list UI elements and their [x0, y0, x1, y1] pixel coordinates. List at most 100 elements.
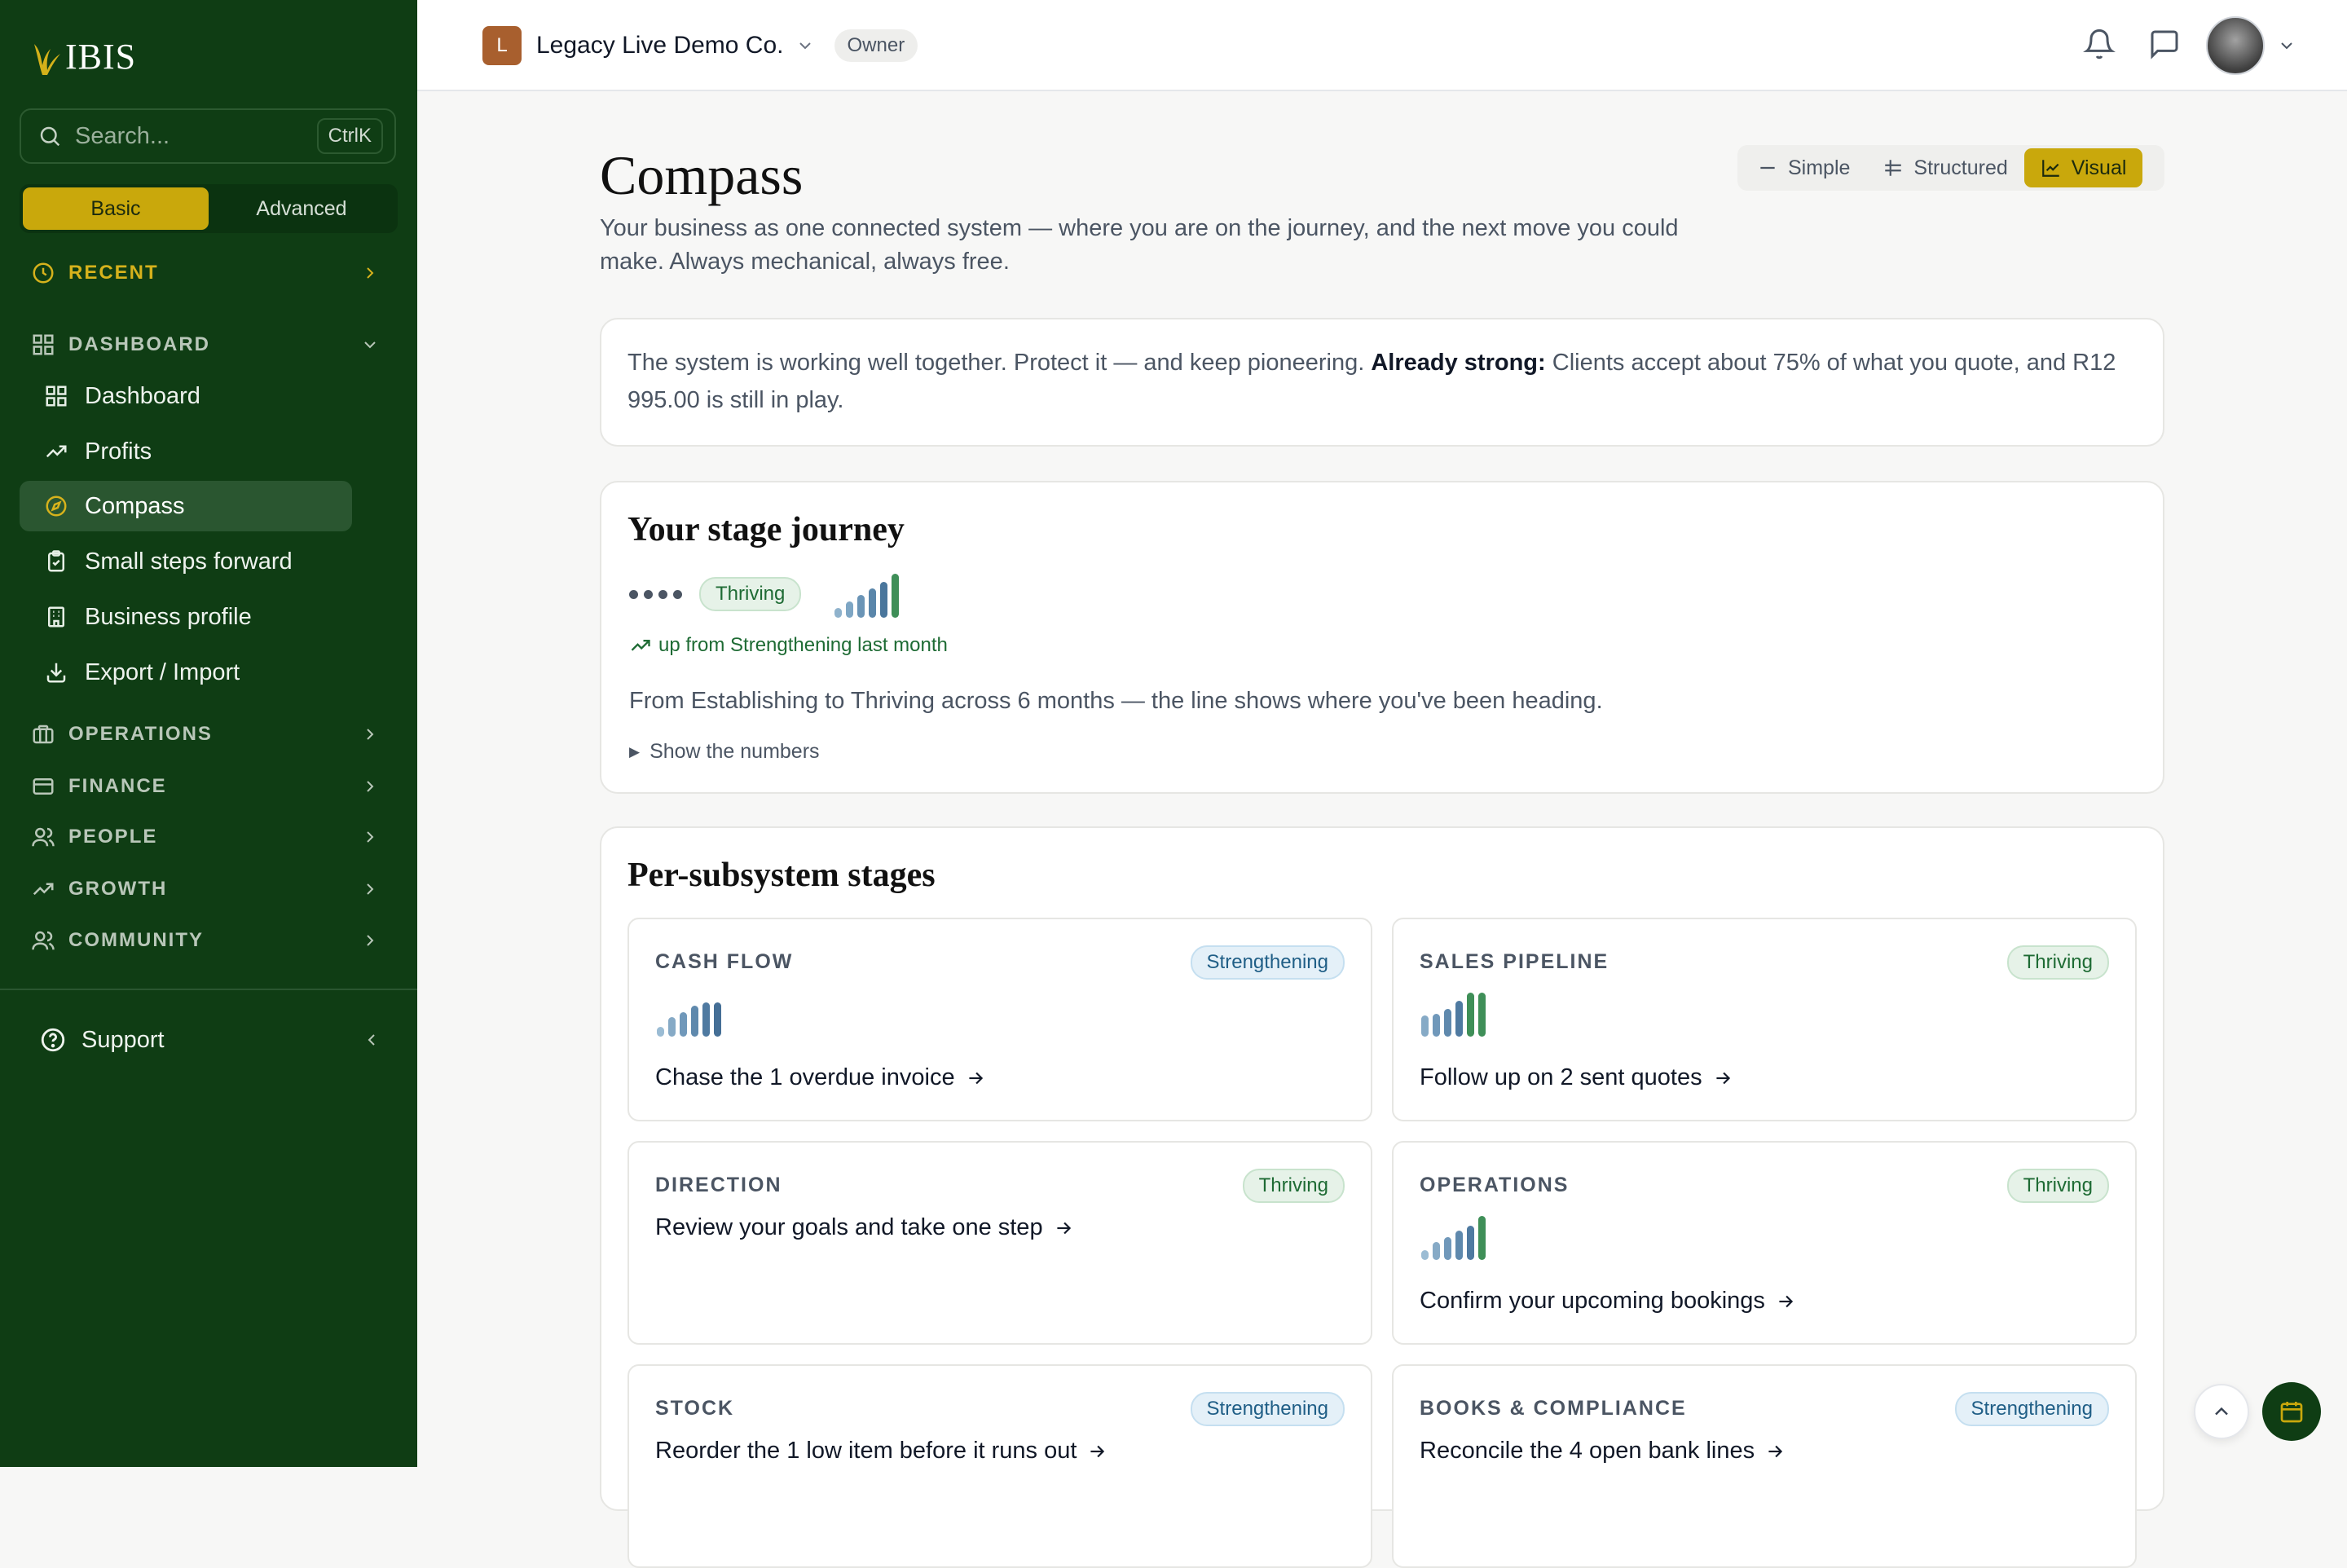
sidebar-item-small-steps[interactable]: Small steps forward: [20, 536, 352, 587]
subsystem-sparkbars: [657, 1001, 721, 1037]
search-shortcut: CtrlK: [316, 118, 383, 154]
mode-toggle: Basic Advanced: [20, 184, 398, 233]
support-label: Support: [81, 1026, 165, 1053]
sidebar-item-label: Compass: [85, 492, 185, 519]
spark-bar: [668, 1017, 676, 1037]
subsystem-tile-operations[interactable]: OPERATIONS Thriving Confirm your upcomin…: [1392, 1141, 2137, 1345]
chevron-up-icon: [2215, 1407, 2228, 1416]
arrow-right-icon: [968, 1072, 983, 1084]
nav-section-community[interactable]: COMMUNITY: [31, 923, 386, 958]
mode-basic-button[interactable]: Basic: [23, 187, 209, 230]
subsystem-tile-sales-pipeline[interactable]: SALES PIPELINE Thriving Follow up on 2 s…: [1392, 918, 2137, 1121]
search-input[interactable]: Search... CtrlK: [20, 108, 396, 164]
spark-bar: [1421, 1250, 1429, 1260]
subsystem-stage-badge: Thriving: [2006, 1169, 2109, 1203]
subsystem-action-link[interactable]: Reorder the 1 low item before it runs ou…: [655, 1438, 1107, 1464]
subsystem-stages-title: Per-subsystem stages: [627, 857, 936, 894]
sidebar-item-business-profile[interactable]: Business profile: [20, 592, 352, 642]
subsystem-sparkbars: [1421, 1214, 1486, 1260]
grid-icon: [33, 334, 54, 355]
spark-bar: [880, 582, 887, 618]
arrow-right-icon: [1090, 1445, 1105, 1457]
search-placeholder: Search...: [75, 122, 170, 149]
stage-journey-card: Your stage journey Thriving up from Stre…: [600, 481, 2164, 794]
grid-lines-icon: [1885, 160, 1902, 176]
subsystem-tile-cash-flow[interactable]: CASH FLOW Strengthening Chase the 1 over…: [627, 918, 1372, 1121]
company-avatar: L: [482, 26, 522, 65]
subsystem-tile-books-compliance[interactable]: BOOKS & COMPLIANCE Strengthening Reconci…: [1392, 1364, 2137, 1568]
subsystem-action-text: Reconcile the 4 open bank lines: [1420, 1438, 1755, 1464]
view-structured-button[interactable]: Structured: [1866, 148, 2023, 187]
subsystem-action-text: Reorder the 1 low item before it runs ou…: [655, 1438, 1077, 1464]
mode-advanced-button[interactable]: Advanced: [209, 187, 394, 230]
nav-section-recent[interactable]: RECENT: [31, 255, 386, 291]
subsystem-action-link[interactable]: Confirm your upcoming bookings: [1420, 1288, 1796, 1315]
scroll-to-top-button[interactable]: [2194, 1384, 2249, 1439]
subsystem-tile-direction[interactable]: DIRECTION Thriving Review your goals and…: [627, 1141, 1372, 1345]
spark-bar: [1467, 993, 1474, 1037]
view-simple-button[interactable]: Simple: [1741, 148, 1866, 187]
subsystem-action-link[interactable]: Review your goals and take one step: [655, 1214, 1074, 1241]
subsystem-action-text: Follow up on 2 sent quotes: [1420, 1064, 1702, 1090]
show-numbers-toggle[interactable]: ▶ Show the numbers: [629, 740, 820, 764]
nav-section-growth[interactable]: GROWTH: [31, 871, 386, 907]
sidebar-item-export-import[interactable]: Export / Import: [20, 647, 352, 698]
subsystem-action-link[interactable]: Follow up on 2 sent quotes: [1420, 1064, 1733, 1091]
nav-section-label: PEOPLE: [68, 826, 158, 848]
summary-lead: The system is working well together. Pro…: [627, 350, 1365, 376]
spark-bar: [1455, 1001, 1463, 1037]
spark-bar: [846, 601, 853, 618]
nav-section-label: COMMUNITY: [68, 929, 204, 951]
nav-section-dashboard[interactable]: DASHBOARD: [31, 327, 386, 363]
spark-bar: [1478, 993, 1486, 1037]
subsystem-stage-badge: Thriving: [1242, 1169, 1345, 1203]
message-icon[interactable]: [2148, 28, 2181, 60]
summary-card: The system is working well together. Pro…: [600, 318, 2164, 447]
clock-icon: [33, 262, 54, 284]
nav-section-label: RECENT: [68, 262, 159, 284]
nav-section-label: DASHBOARD: [68, 333, 210, 355]
subsystem-action-link[interactable]: Chase the 1 overdue invoice: [655, 1064, 986, 1091]
line-chart-icon: [2041, 160, 2059, 177]
nav-section-people[interactable]: PEOPLE: [31, 819, 386, 855]
users-icon: [32, 827, 55, 847]
grid-icon: [46, 385, 67, 407]
chevron-down-icon: [799, 42, 811, 50]
summary-strong-label: Already strong:: [1371, 350, 1546, 376]
subsystem-stage-badge: Strengthening: [1190, 945, 1345, 980]
stage-dots: [629, 590, 682, 599]
chevron-right-icon: [367, 935, 374, 946]
support-link[interactable]: Support: [39, 1022, 381, 1058]
calendar-button[interactable]: [2262, 1382, 2321, 1441]
sidebar-item-profits[interactable]: Profits: [20, 426, 352, 477]
credit-card-icon: [33, 778, 54, 795]
view-toggle: Simple Structured Visual: [1737, 145, 2164, 191]
brand-logo[interactable]: IBIS: [31, 36, 136, 77]
stage-dot: [673, 590, 682, 599]
subsystem-action-text: Confirm your upcoming bookings: [1420, 1288, 1765, 1314]
chevron-right-icon: [367, 883, 374, 895]
arrow-right-icon: [1056, 1222, 1071, 1234]
user-avatar[interactable]: [2206, 16, 2265, 75]
view-option-label: Visual: [2071, 156, 2127, 179]
chevron-right-icon: [367, 267, 374, 279]
nav-section-operations[interactable]: OPERATIONS: [31, 716, 386, 752]
trend-up-icon: [33, 883, 54, 896]
view-visual-button[interactable]: Visual: [2023, 148, 2143, 187]
company-switcher[interactable]: L Legacy Live Demo Co. Owner: [482, 26, 918, 65]
subsystem-action-link[interactable]: Reconcile the 4 open bank lines: [1420, 1438, 1786, 1464]
sidebar-item-dashboard[interactable]: Dashboard: [20, 371, 352, 421]
stage-journey-description: From Establishing to Thriving across 6 m…: [629, 688, 1603, 714]
sidebar-divider: [0, 989, 417, 990]
nav-section-finance[interactable]: FINANCE: [31, 769, 386, 804]
spark-bar: [834, 608, 842, 618]
sidebar-item-compass[interactable]: Compass: [20, 481, 352, 531]
subsystem-action-text: Review your goals and take one step: [655, 1214, 1043, 1240]
show-numbers-label: Show the numbers: [649, 740, 820, 763]
bell-icon[interactable]: [2083, 28, 2116, 60]
subsystem-tile-stock[interactable]: STOCK Strengthening Reorder the 1 low it…: [627, 1364, 1372, 1568]
stage-trend: up from Strengthening last month: [629, 634, 948, 657]
chevron-left-icon: [368, 1034, 375, 1046]
subsystem-label: SALES PIPELINE: [1420, 950, 1609, 973]
chevron-down-icon[interactable]: [2277, 36, 2296, 55]
